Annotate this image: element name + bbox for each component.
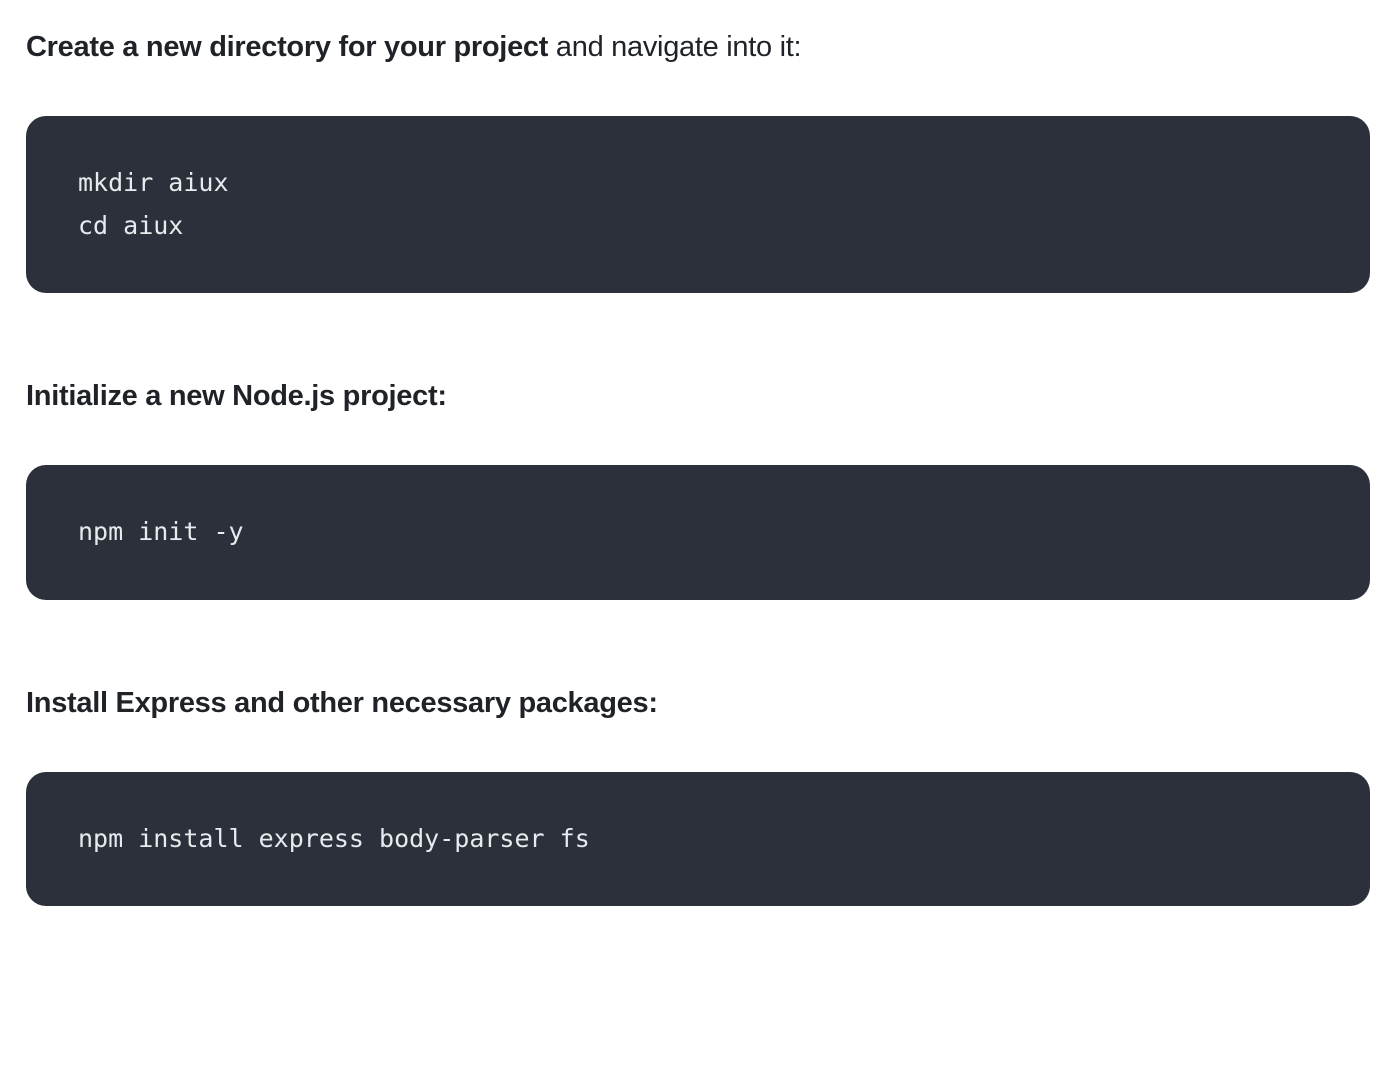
step-heading-bold: Install Express and other necessary pack…: [26, 687, 658, 719]
step-heading: Initialize a new Node.js project:: [26, 375, 1370, 417]
step-heading-bold: Initialize a new Node.js project:: [26, 380, 447, 412]
step-heading: Create a new directory for your project …: [26, 26, 1370, 68]
code-block[interactable]: npm init -y: [26, 465, 1370, 600]
step-1: Create a new directory for your project …: [26, 26, 1370, 293]
step-2: Initialize a new Node.js project: npm in…: [26, 375, 1370, 600]
step-heading: Install Express and other necessary pack…: [26, 682, 1370, 724]
code-block[interactable]: mkdir aiux cd aiux: [26, 116, 1370, 293]
step-heading-bold: Create a new directory for your project: [26, 31, 548, 63]
code-block[interactable]: npm install express body-parser fs: [26, 772, 1370, 907]
step-3: Install Express and other necessary pack…: [26, 682, 1370, 907]
step-heading-rest: and navigate into it:: [548, 31, 801, 63]
